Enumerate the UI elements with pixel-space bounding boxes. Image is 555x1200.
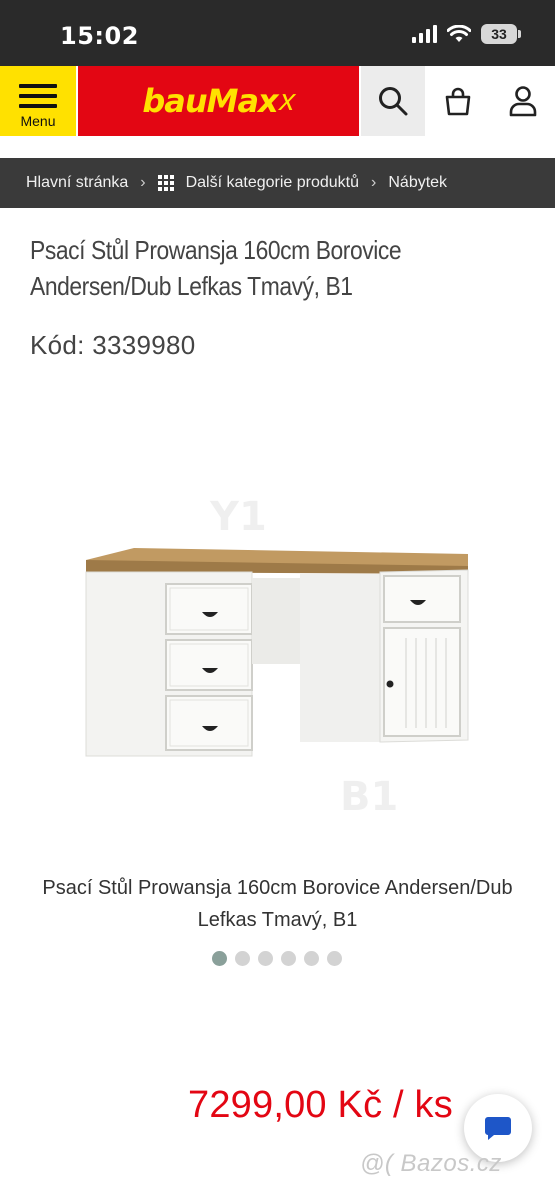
- chat-icon: [485, 1117, 511, 1140]
- shopping-bag-icon: [445, 87, 471, 116]
- logo-suffix: x: [275, 84, 300, 117]
- battery-icon: 33: [481, 24, 521, 44]
- gallery-dot[interactable]: [212, 951, 227, 966]
- logo-text: bauMax: [142, 82, 278, 120]
- gallery-dot[interactable]: [281, 951, 296, 966]
- gallery-dot[interactable]: [235, 951, 250, 966]
- cart-button[interactable]: [426, 66, 490, 136]
- baumax-logo[interactable]: bauMax x: [78, 66, 359, 136]
- watermark-text: Bazos.cz: [400, 1150, 502, 1177]
- gallery-dot[interactable]: [258, 951, 273, 966]
- grid-icon: [157, 175, 174, 191]
- svg-text:B1: B1: [340, 774, 398, 820]
- product-price: 7299,00 Kč / ks: [188, 1084, 453, 1126]
- search-icon: [379, 87, 408, 116]
- svg-text:Y1: Y1: [209, 494, 267, 540]
- breadcrumb-categories[interactable]: Další kategorie produktů: [186, 174, 359, 192]
- breadcrumb-home[interactable]: Hlavní stránka: [26, 174, 128, 192]
- chevron-right-icon: ›: [140, 174, 146, 191]
- menu-button[interactable]: Menu: [0, 66, 76, 136]
- site-header: Menu bauMax x: [0, 66, 555, 138]
- status-time: 15:02: [60, 22, 139, 50]
- product-code: Kód: 3339980: [30, 330, 196, 360]
- bazos-watermark: @( Bazos.cz: [360, 1150, 502, 1178]
- breadcrumb: Hlavní stránka › Další kategorie produkt…: [0, 158, 555, 208]
- product-title: Psací Stůl Prowansja 160cm Borovice Ande…: [30, 235, 402, 301]
- status-icons: 33: [412, 24, 521, 44]
- status-bar: 15:02 33: [0, 0, 555, 66]
- cellular-signal-icon: [412, 25, 437, 43]
- at-logo-icon: @(: [360, 1150, 394, 1177]
- chevron-right-icon: ›: [371, 174, 377, 191]
- breadcrumb-current[interactable]: Nábytek: [388, 174, 447, 192]
- gallery-pagination: [212, 951, 342, 966]
- product-image[interactable]: Y1 B1: [80, 440, 480, 860]
- gallery-dot[interactable]: [327, 951, 342, 966]
- hamburger-line: [19, 104, 57, 108]
- account-button[interactable]: [491, 66, 555, 136]
- hamburger-line: [19, 94, 57, 98]
- hamburger-icon: [19, 84, 57, 88]
- gallery-dot[interactable]: [304, 951, 319, 966]
- image-caption: Psací Stůl Prowansja 160cm Borovice Ande…: [42, 877, 513, 931]
- menu-label: Menu: [20, 113, 56, 129]
- search-button[interactable]: [361, 66, 425, 136]
- wifi-icon: [447, 25, 471, 42]
- user-icon: [509, 86, 537, 117]
